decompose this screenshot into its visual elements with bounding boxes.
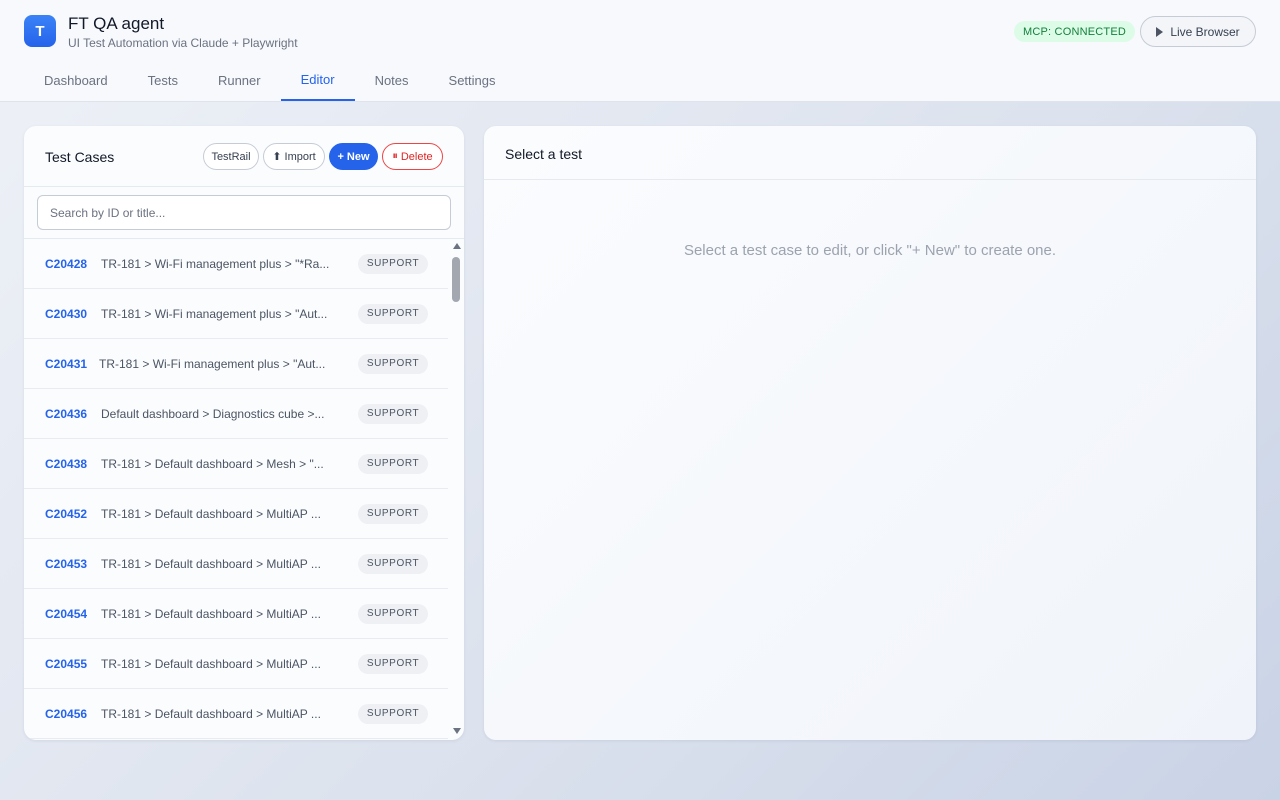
tag-badge: SUPPORT: [358, 553, 428, 574]
mcp-status-badge: MCP: CONNECTED: [1014, 21, 1136, 42]
test-case-title: TR-181 > Default dashboard > Mesh > "...: [101, 456, 324, 471]
delete-button[interactable]: ⏸ Delete: [382, 143, 443, 170]
test-case-title: TR-181 > Wi-Fi management plus > "Aut...: [99, 356, 326, 371]
tab-runner[interactable]: Runner: [198, 62, 281, 101]
play-icon: [1156, 26, 1164, 37]
list-item[interactable]: C20454 TR-181 > Default dashboard > Mult…: [24, 589, 448, 639]
import-button[interactable]: ⬆ Import: [263, 143, 325, 170]
test-case-id[interactable]: C20431: [45, 357, 87, 371]
list-item[interactable]: C20456 TR-181 > Default dashboard > Mult…: [24, 689, 448, 739]
list-item[interactable]: C20453 TR-181 > Default dashboard > Mult…: [24, 539, 448, 589]
test-case-id[interactable]: C20454: [45, 607, 87, 621]
tag-badge: SUPPORT: [358, 653, 428, 674]
scroll-down-arrow-icon[interactable]: [453, 728, 461, 734]
tag-badge: SUPPORT: [358, 403, 428, 424]
list-scrollbar[interactable]: [450, 238, 464, 740]
test-cases-header: Test Cases TestRail ⬆ Import + New ⏸ Del…: [24, 126, 464, 187]
live-browser-button[interactable]: Live Browser: [1140, 16, 1256, 47]
test-case-title: TR-181 > Default dashboard > MultiAP ...: [101, 556, 321, 571]
app-title: FT QA agent: [68, 14, 165, 33]
test-case-title: TR-181 > Default dashboard > MultiAP ...: [101, 656, 321, 671]
tag-badge: SUPPORT: [358, 503, 428, 524]
tab-dashboard[interactable]: Dashboard: [24, 62, 128, 101]
test-case-id[interactable]: C20430: [45, 307, 87, 321]
import-label: Import: [284, 150, 316, 163]
trash-icon: ⏸: [392, 150, 398, 162]
test-case-title: TR-181 > Wi-Fi management plus > "Aut...: [101, 306, 328, 321]
app-subtitle: UI Test Automation via Claude + Playwrig…: [68, 36, 298, 50]
test-case-id[interactable]: C20428: [45, 257, 87, 271]
tab-settings[interactable]: Settings: [429, 62, 516, 101]
main-tabs: Dashboard Tests Runner Editor Notes Sett…: [24, 62, 516, 102]
test-case-list: C20428 TR-181 > Wi-Fi management plus > …: [24, 238, 464, 740]
editor-header: Select a test: [484, 126, 1256, 180]
delete-label: Delete: [400, 150, 433, 163]
tag-badge: SUPPORT: [358, 453, 428, 474]
test-case-id[interactable]: C20438: [45, 457, 87, 471]
tag-badge: SUPPORT: [358, 253, 428, 274]
test-case-title: TR-181 > Default dashboard > MultiAP ...: [101, 706, 321, 721]
list-item[interactable]: C20452 TR-181 > Default dashboard > Mult…: [24, 489, 448, 539]
list-item[interactable]: C20438 TR-181 > Default dashboard > Mesh…: [24, 439, 448, 489]
test-case-title: Default dashboard > Diagnostics cube >..…: [101, 406, 325, 421]
test-case-id[interactable]: C20456: [45, 707, 87, 721]
editor-panel: Select a test Select a test case to edit…: [484, 126, 1256, 740]
new-test-button[interactable]: + New: [329, 143, 378, 170]
list-item[interactable]: C20431 TR-181 > Wi-Fi management plus > …: [24, 339, 448, 389]
test-case-title: TR-181 > Default dashboard > MultiAP ...: [101, 606, 321, 621]
upload-icon: ⬆: [272, 151, 282, 163]
test-case-title: TR-181 > Default dashboard > MultiAP ...: [101, 506, 321, 521]
editor-title: Select a test: [505, 146, 583, 162]
app-header: T FT QA agent UI Test Automation via Cla…: [0, 0, 1280, 102]
test-case-title: TR-181 > Wi-Fi management plus > "*Ra...: [101, 256, 330, 271]
list-item[interactable]: C20428 TR-181 > Wi-Fi management plus > …: [24, 239, 448, 289]
scroll-up-arrow-icon[interactable]: [453, 243, 461, 249]
test-case-id[interactable]: C20455: [45, 657, 87, 671]
test-cases-panel: Test Cases TestRail ⬆ Import + New ⏸ Del…: [24, 126, 464, 740]
tab-notes[interactable]: Notes: [355, 62, 429, 101]
list-item[interactable]: C20455 TR-181 > Default dashboard > Mult…: [24, 639, 448, 689]
tag-badge: SUPPORT: [358, 603, 428, 624]
tab-editor[interactable]: Editor: [280, 62, 355, 101]
testrail-button[interactable]: TestRail: [203, 143, 259, 170]
tag-badge: SUPPORT: [358, 703, 428, 724]
list-item[interactable]: C20430 TR-181 > Wi-Fi management plus > …: [24, 289, 448, 339]
editor-empty-message: Select a test case to edit, or click "+ …: [683, 242, 1057, 259]
tag-badge: SUPPORT: [358, 303, 428, 324]
list-item[interactable]: C20436 Default dashboard > Diagnostics c…: [24, 389, 448, 439]
live-browser-label: Live Browser: [1170, 24, 1240, 39]
tag-badge: SUPPORT: [358, 353, 428, 374]
search-input[interactable]: [37, 195, 451, 230]
test-cases-title: Test Cases: [45, 149, 115, 165]
tab-tests[interactable]: Tests: [128, 62, 198, 101]
test-case-id[interactable]: C20452: [45, 507, 87, 521]
test-case-id[interactable]: C20453: [45, 557, 87, 571]
app-logo: T: [24, 15, 56, 47]
scroll-thumb[interactable]: [452, 257, 460, 302]
test-case-id[interactable]: C20436: [45, 407, 87, 421]
